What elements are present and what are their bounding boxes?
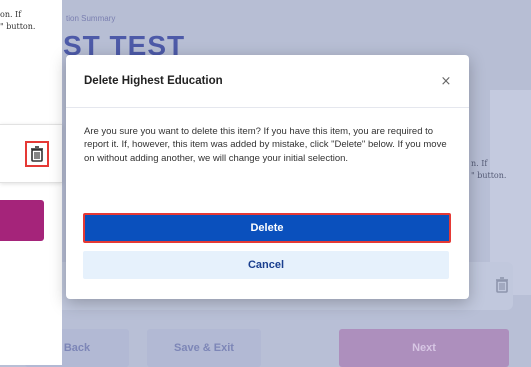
dialog-title: Delete Highest Education	[84, 75, 223, 87]
delete-button[interactable]: Delete	[83, 213, 451, 243]
trash-icon[interactable]	[25, 141, 49, 167]
left-instruction-line: on. If	[0, 10, 22, 19]
cancel-button[interactable]: Cancel	[83, 251, 449, 279]
dialog-header: Delete Highest Education ×	[66, 55, 469, 108]
left-instruction-line: " button.	[0, 22, 36, 31]
background-instruction-line: " button.	[471, 171, 507, 180]
dialog-message: Are you sure you want to delete this ite…	[84, 126, 447, 164]
left-action-button[interactable]	[0, 200, 44, 241]
background-instruction-line: n. If	[471, 159, 488, 168]
background-instructions: n. If " button.	[471, 158, 506, 182]
close-icon[interactable]: ×	[439, 74, 453, 89]
delete-dialog: Delete Highest Education × Are you sure …	[66, 55, 469, 299]
next-button[interactable]: Next	[339, 329, 509, 367]
save-exit-button[interactable]: Save & Exit	[147, 329, 261, 367]
left-instructions: on. If " button.	[0, 9, 62, 33]
left-panel: on. If " button.	[0, 0, 62, 365]
trash-icon	[495, 277, 509, 297]
summary-label: tion Summary	[66, 14, 116, 23]
